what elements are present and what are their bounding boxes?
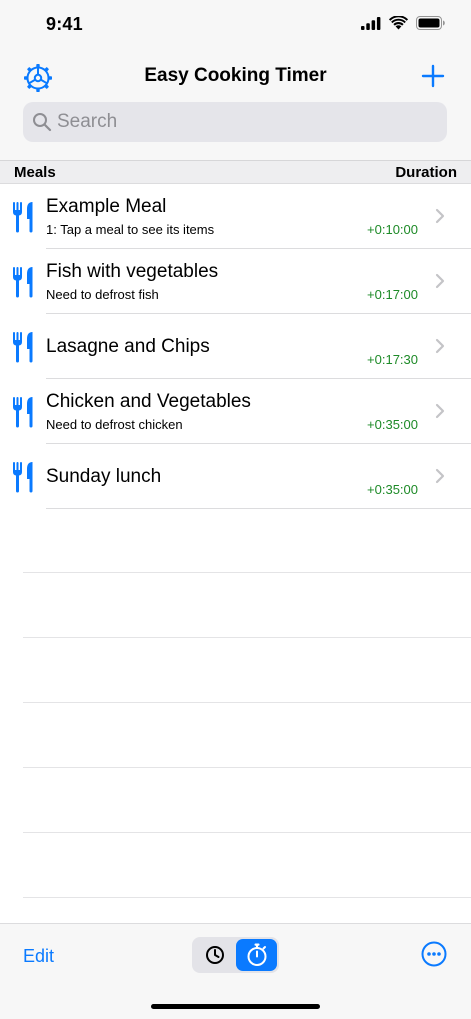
mode-segmented-control: [192, 937, 279, 973]
meal-title: Chicken and Vegetables: [46, 391, 251, 412]
meal-title: Lasagne and Chips: [46, 336, 210, 357]
empty-row-separator: [23, 702, 471, 703]
stopwatch-icon: [247, 943, 266, 966]
list-section-header: Meals Duration: [0, 160, 471, 184]
edit-button[interactable]: Edit: [23, 946, 54, 967]
empty-row-separator: [23, 637, 471, 638]
add-meal-button[interactable]: [417, 60, 449, 92]
meal-row[interactable]: Example Meal 1: Tap a meal to see its it…: [0, 184, 471, 249]
chevron-right-icon: [435, 403, 445, 419]
more-ellipsis-icon[interactable]: [421, 941, 447, 967]
meal-subtitle: Need to defrost chicken: [46, 417, 183, 432]
chevron-right-icon: [435, 273, 445, 289]
meals-column-header: Meals: [14, 164, 56, 181]
status-time: 9:41: [46, 14, 83, 34]
clock-mode-segment[interactable]: [194, 939, 235, 971]
empty-row-separator: [23, 572, 471, 573]
meal-row[interactable]: Lasagne and Chips +0:17:30: [0, 314, 471, 379]
meal-duration: +0:17:30: [367, 352, 418, 367]
status-icons: [361, 16, 445, 30]
page-title: Easy Cooking Timer: [144, 65, 327, 86]
meals-list: Example Meal 1: Tap a meal to see its it…: [0, 184, 471, 509]
search-input[interactable]: [57, 111, 427, 133]
empty-row-separator: [23, 897, 471, 898]
meal-title: Sunday lunch: [46, 466, 162, 487]
cellular-signal-icon: [361, 16, 381, 30]
meal-row[interactable]: Fish with vegetables Need to defrost fis…: [0, 249, 471, 314]
search-icon: [32, 112, 52, 132]
meal-duration: +0:10:00: [367, 222, 418, 237]
duration-column-header: Duration: [395, 164, 457, 181]
timer-mode-segment[interactable]: [236, 939, 277, 971]
fork-knife-icon: [13, 397, 33, 428]
plus-icon: [421, 64, 445, 88]
empty-row-separator: [23, 767, 471, 768]
meal-row[interactable]: Sunday lunch +0:35:00: [0, 444, 471, 509]
fork-knife-icon: [13, 462, 33, 493]
battery-icon: [416, 16, 445, 30]
fork-knife-icon: [13, 267, 33, 298]
chevron-right-icon: [435, 208, 445, 224]
status-bar: 9:41: [0, 0, 471, 50]
wifi-icon: [389, 16, 408, 30]
row-separator: [46, 508, 471, 509]
bottom-toolbar: Edit: [0, 923, 471, 1019]
fork-knife-icon: [13, 202, 33, 233]
chevron-right-icon: [435, 468, 445, 484]
home-indicator[interactable]: [151, 1004, 320, 1009]
search-bar[interactable]: [23, 102, 447, 142]
meal-duration: +0:35:00: [367, 482, 418, 497]
meal-subtitle: 1: Tap a meal to see its items: [46, 222, 215, 237]
empty-row-separator: [23, 832, 471, 833]
meal-title: Example Meal: [46, 196, 167, 217]
fork-knife-icon: [13, 332, 33, 363]
navigation-bar: Easy Cooking Timer: [0, 50, 471, 160]
meal-duration: +0:35:00: [367, 417, 418, 432]
clock-icon: [205, 946, 224, 964]
chevron-right-icon: [435, 338, 445, 354]
meal-row[interactable]: Chicken and Vegetables Need to defrost c…: [0, 379, 471, 444]
meal-subtitle: Need to defrost fish: [46, 287, 159, 302]
meal-title: Fish with vegetables: [46, 261, 219, 282]
meal-duration: +0:17:00: [367, 287, 418, 302]
